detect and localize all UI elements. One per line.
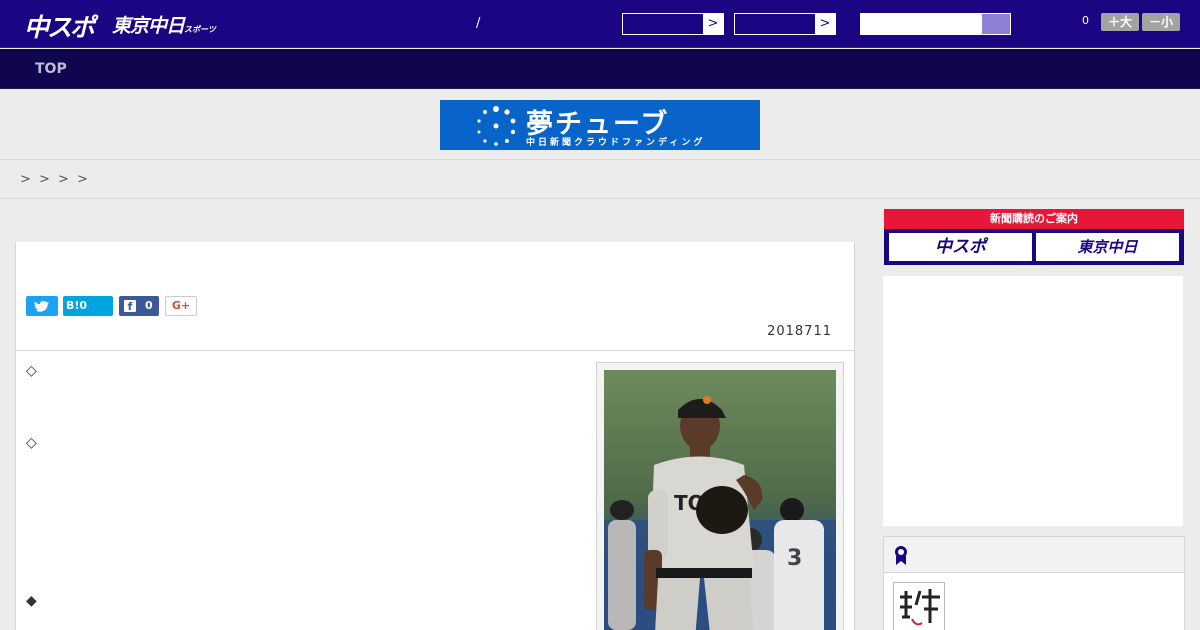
banner-subtitle: 中日新聞クラウドファンディング	[526, 138, 706, 148]
subscribe-chuspo-link[interactable]: 中スポ	[889, 233, 1032, 261]
search-button[interactable]	[982, 14, 1010, 34]
twitter-share-button[interactable]	[26, 296, 58, 316]
facebook-share-button[interactable]: f 0	[119, 296, 159, 316]
tokyo-chunichi-logo-small: スポーツ	[184, 25, 216, 34]
svg-text:3: 3	[787, 546, 802, 571]
ribbon-icon	[895, 546, 907, 565]
sidebar-ad-slot[interactable]	[883, 276, 1183, 526]
breadcrumb-separator: >	[39, 172, 50, 187]
ranking-thumbnail[interactable]	[893, 582, 945, 630]
jidai-thumbnail-image	[894, 583, 944, 630]
category-select-2[interactable]: >	[734, 13, 836, 35]
article-marker: ◆	[26, 593, 37, 609]
baseball-pitcher-photo: 3 TO	[604, 370, 836, 630]
gplus-share-button[interactable]: G+	[165, 296, 197, 316]
category-select-1[interactable]: >	[622, 13, 724, 35]
article-divider	[16, 350, 854, 351]
search-input[interactable]	[861, 14, 982, 34]
hatena-bookmark-button[interactable]: B!0	[63, 296, 113, 316]
subscribe-tokyo-chunichi-link[interactable]: 東京中日	[1036, 233, 1179, 261]
article-card: B!0 f 0 G+ 2018711 ◇ ◇ ◆ 3 TO	[15, 242, 855, 630]
breadcrumb-separator: >	[58, 172, 69, 187]
site-header: 中スポ 東京中日スポーツ / > > 0 ＋大 －小	[0, 0, 1200, 48]
chevron-right-icon: >	[703, 14, 723, 34]
dots-circle-icon	[477, 106, 516, 146]
yume-tube-banner[interactable]: 夢チューブ 中日新聞クラウドファンディング	[440, 100, 760, 150]
twitter-icon	[34, 300, 49, 312]
tokyo-chunichi-logo-text: 東京中日	[112, 15, 185, 37]
font-size-count: 0	[1082, 14, 1089, 27]
facebook-share-count: 0	[145, 299, 153, 312]
nav-item-top[interactable]: TOP	[35, 61, 67, 77]
article-marker: ◇	[26, 363, 37, 379]
subscribe-box: 新聞購読のご案内 中スポ 東京中日	[884, 209, 1184, 265]
subscribe-header: 新聞購読のご案内	[884, 209, 1184, 229]
header-separator: /	[476, 16, 481, 31]
article-photo[interactable]: 3 TO	[596, 362, 844, 630]
article-marker: ◇	[26, 435, 37, 451]
breadcrumb-separator: >	[20, 172, 31, 187]
font-smaller-button[interactable]: －小	[1142, 13, 1180, 31]
search-form	[860, 13, 1011, 35]
ranking-header	[884, 537, 1184, 573]
facebook-icon: f	[124, 300, 136, 313]
chevron-right-icon: >	[815, 14, 835, 34]
tokyo-chunichi-logo[interactable]: 東京中日スポーツ	[112, 11, 216, 38]
site-logo[interactable]: 中スポ	[24, 8, 95, 44]
article-date: 2018711	[767, 324, 832, 339]
font-larger-button[interactable]: ＋大	[1101, 13, 1139, 31]
breadcrumb: > > > >	[0, 161, 1200, 199]
ranking-box	[883, 536, 1185, 630]
banner-area: 夢チューブ 中日新聞クラウドファンディング	[0, 90, 1200, 160]
main-nav: TOP	[0, 49, 1200, 89]
breadcrumb-separator: >	[77, 172, 88, 187]
